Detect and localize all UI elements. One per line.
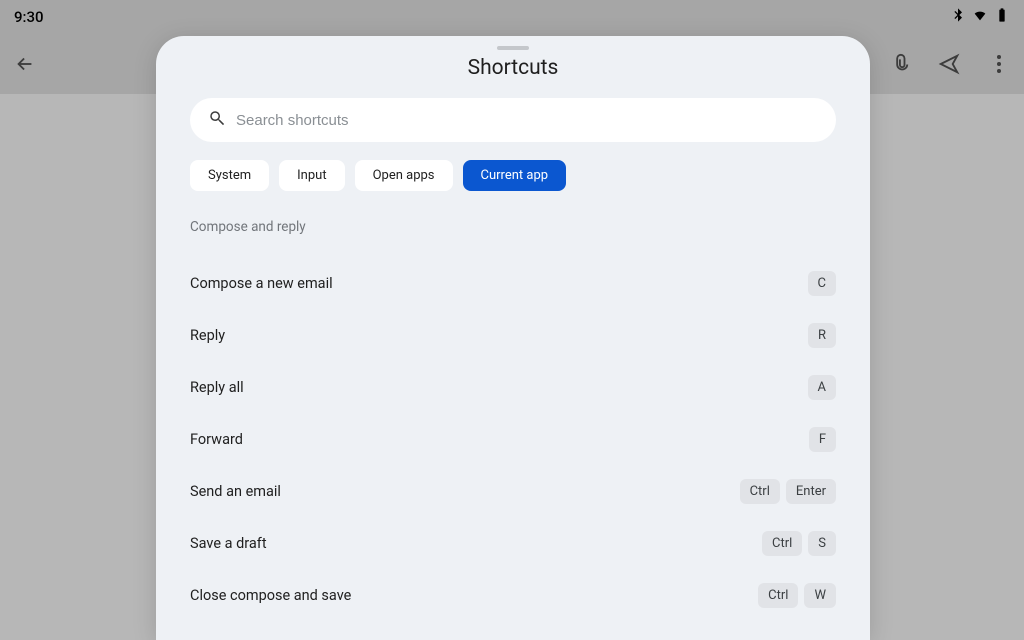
more-menu-icon[interactable] <box>988 53 1010 75</box>
shortcut-row: Forward F <box>190 413 836 465</box>
key-badge: R <box>808 323 836 348</box>
shortcut-row: Send an email CtrlEnter <box>190 465 836 517</box>
key-badge: Enter <box>786 479 836 504</box>
shortcut-row: Save a draft CtrlS <box>190 517 836 569</box>
tab-open-apps[interactable]: Open apps <box>355 160 453 191</box>
shortcut-label: Reply all <box>190 379 244 396</box>
shortcut-row: Close compose and save CtrlW <box>190 569 836 621</box>
shortcut-label: Save a draft <box>190 535 267 552</box>
shortcut-keys: R <box>808 323 836 348</box>
shortcut-row: Reply R <box>190 309 836 361</box>
shortcut-row: Compose a new email C <box>190 257 836 309</box>
key-badge: Ctrl <box>758 583 798 608</box>
shortcut-keys: CtrlEnter <box>740 479 836 504</box>
status-time: 9:30 <box>14 8 44 26</box>
shortcut-row: Reply all A <box>190 361 836 413</box>
shortcut-label: Reply <box>190 327 225 344</box>
key-badge: C <box>808 271 836 296</box>
key-badge: A <box>808 375 836 400</box>
key-badge: F <box>809 427 836 452</box>
key-badge: Ctrl <box>740 479 780 504</box>
shortcut-keys: A <box>808 375 836 400</box>
shortcut-keys: CtrlS <box>762 531 836 556</box>
battery-icon <box>994 7 1010 27</box>
shortcut-keys: CtrlW <box>758 583 836 608</box>
attachment-icon[interactable] <box>888 53 910 75</box>
shortcuts-sheet: Shortcuts System Input Open apps Current ap… <box>156 36 870 640</box>
search-input[interactable] <box>236 112 818 129</box>
shortcut-label: Compose a new email <box>190 275 333 292</box>
key-badge: Ctrl <box>762 531 802 556</box>
sheet-title: Shortcuts <box>156 56 870 80</box>
tab-current-app[interactable]: Current app <box>463 160 567 191</box>
drag-handle[interactable] <box>497 46 529 50</box>
key-badge: S <box>808 531 836 556</box>
shortcut-keys: F <box>809 427 836 452</box>
tab-system[interactable]: System <box>190 160 269 191</box>
search-box[interactable] <box>190 98 836 142</box>
shortcut-label: Close compose and save <box>190 587 351 604</box>
back-button[interactable] <box>14 53 36 75</box>
shortcut-keys: C <box>808 271 836 296</box>
status-icons <box>950 7 1010 27</box>
section-label: Compose and reply <box>190 219 836 235</box>
shortcut-label: Forward <box>190 431 243 448</box>
filter-chips: System Input Open apps Current app <box>190 160 836 191</box>
send-icon[interactable] <box>938 53 960 75</box>
wifi-icon <box>972 7 988 27</box>
bluetooth-icon <box>950 7 966 27</box>
key-badge: W <box>804 583 836 608</box>
status-bar: 9:30 <box>0 0 1024 34</box>
tab-input[interactable]: Input <box>279 160 344 191</box>
search-icon <box>208 109 226 131</box>
shortcut-label: Send an email <box>190 483 281 500</box>
